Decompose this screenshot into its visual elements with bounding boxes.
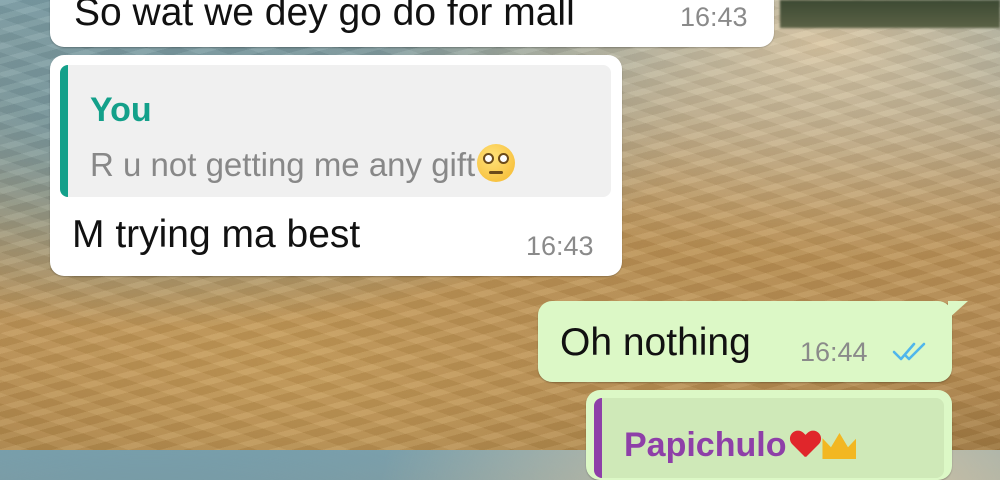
outgoing-bubble-tail bbox=[948, 301, 968, 319]
quoted-message[interactable]: You R u not getting me any gift bbox=[60, 65, 611, 197]
message-text: M trying ma best bbox=[72, 213, 361, 256]
message-text: Oh nothing bbox=[560, 321, 751, 364]
double-check-icon bbox=[892, 342, 926, 361]
quoted-message[interactable]: Papichulo bbox=[594, 398, 944, 478]
quote-author: Papichulo bbox=[624, 426, 857, 465]
message-time: 16:44 bbox=[800, 337, 868, 367]
quote-accent-bar bbox=[594, 398, 602, 478]
wallpaper-treeline bbox=[780, 0, 1000, 28]
incoming-message-bubble[interactable]: So wat we dey go do for mall 16:43 bbox=[50, 0, 774, 47]
rolling-eyes-emoji-icon bbox=[477, 144, 516, 182]
outgoing-message-bubble[interactable]: Oh nothing 16:44 bbox=[538, 301, 952, 382]
heart-emoji-icon bbox=[790, 431, 820, 459]
message-time: 16:43 bbox=[680, 2, 748, 32]
crown-emoji-icon bbox=[822, 433, 857, 459]
message-text: So wat we dey go do for mall bbox=[74, 0, 575, 34]
quote-text: R u not getting me any gift bbox=[90, 144, 516, 184]
quote-accent-bar bbox=[60, 65, 68, 197]
quote-author-name: Papichulo bbox=[624, 426, 787, 464]
incoming-message-bubble[interactable]: You R u not getting me any gift M trying… bbox=[50, 55, 622, 276]
quote-text-content: R u not getting me any gift bbox=[90, 146, 476, 183]
outgoing-message-bubble[interactable]: Papichulo bbox=[586, 390, 952, 480]
quote-author: You bbox=[90, 91, 152, 129]
message-time: 16:43 bbox=[526, 231, 594, 261]
